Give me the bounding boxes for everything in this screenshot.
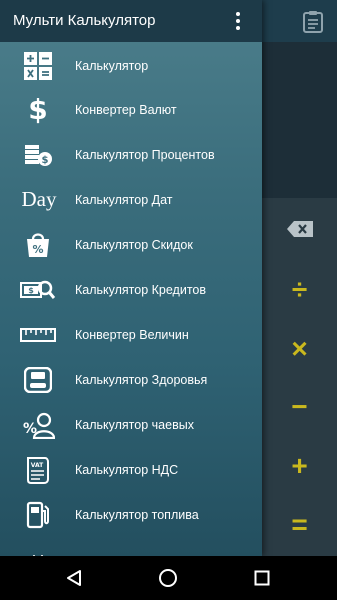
fuel-icon	[18, 495, 58, 535]
app-title: Мульти Калькулятор	[13, 12, 156, 29]
more-dot	[236, 26, 240, 30]
menu-item-label: Калькулятор Кредитов	[75, 282, 207, 297]
menu-item-fuel-calculator[interactable]: Калькулятор топлива	[0, 492, 262, 537]
menu-item-label: Конвертер Величин	[75, 327, 189, 342]
app-toolbar	[262, 0, 337, 42]
menu-item-label: Калькулятор Процентов	[75, 147, 215, 162]
vat-icon: VAT	[18, 450, 58, 490]
drawer-header: Мульти Калькулятор	[0, 0, 262, 42]
backspace-button[interactable]	[262, 200, 337, 258]
menu-item-label: Калькулятор чаевых	[75, 417, 194, 432]
day-icon: Day	[21, 187, 57, 211]
svg-text:VAT: VAT	[31, 462, 44, 469]
tip-icon: %	[18, 405, 58, 445]
menu-item-label: Калькулятор Дат	[75, 192, 173, 207]
discount-bag-icon: %	[18, 225, 58, 265]
menu-item-health-calculator[interactable]: Калькулятор Здоровья	[0, 357, 262, 402]
partial-icon	[18, 540, 58, 556]
menu-item-label: Калькулятор Здоровья	[75, 372, 208, 387]
multiply-button[interactable]: ×	[262, 320, 337, 378]
svg-text:%: %	[32, 243, 43, 256]
svg-text:$: $	[42, 155, 49, 166]
menu-item-discount-calculator[interactable]: % Калькулятор Скидок	[0, 222, 262, 267]
recents-button[interactable]	[250, 566, 274, 590]
clipboard-icon[interactable]	[303, 11, 323, 33]
menu-item-partial[interactable]	[0, 538, 262, 556]
divide-button[interactable]: ÷	[262, 261, 337, 319]
more-options-button[interactable]	[228, 9, 248, 33]
back-triangle-icon	[67, 570, 81, 586]
navigation-drawer: Мульти Калькулятор Калькулятор $ Конверт…	[0, 0, 262, 556]
svg-text:$: $	[28, 286, 34, 295]
menu-item-percent-calculator[interactable]: $ Калькулятор Процентов	[0, 132, 262, 177]
menu-item-label: Калькулятор Скидок	[75, 237, 193, 252]
menu-item-currency-converter[interactable]: $ Конвертер Валют	[0, 87, 262, 132]
menu-item-label: Калькулятор	[75, 58, 149, 73]
ruler-icon	[16, 315, 60, 355]
menu-item-date-calculator[interactable]: Day Калькулятор Дат	[0, 177, 262, 222]
menu-item-label: Калькулятор НДС	[75, 462, 179, 477]
menu-item-label: Конвертер Валют	[75, 102, 177, 117]
equals-button[interactable]: =	[262, 496, 337, 554]
menu-item-unit-converter[interactable]: Конвертер Величин	[0, 312, 262, 357]
dollar-icon: $	[28, 93, 48, 126]
back-button[interactable]	[62, 566, 86, 590]
menu-item-tip-calculator[interactable]: % Калькулятор чаевых	[0, 402, 262, 447]
coins-percent-icon: $	[18, 135, 58, 175]
scale-icon	[18, 360, 58, 400]
minus-button[interactable]: −	[262, 378, 337, 436]
plus-button[interactable]: +	[262, 437, 337, 495]
home-button[interactable]	[156, 566, 180, 590]
more-dot	[236, 12, 240, 16]
more-dot	[236, 19, 240, 23]
calculator-icon	[18, 46, 58, 86]
menu-item-label: Калькулятор топлива	[75, 507, 199, 522]
menu-item-vat-calculator[interactable]: VAT Калькулятор НДС	[0, 447, 262, 492]
loan-icon: $	[18, 270, 58, 310]
menu-item-calculator[interactable]: Калькулятор	[0, 43, 262, 88]
menu-item-loan-calculator[interactable]: $ Калькулятор Кредитов	[0, 267, 262, 312]
home-circle-icon	[159, 569, 177, 587]
backspace-icon	[286, 221, 313, 237]
recents-square-icon	[254, 570, 270, 586]
system-navigation-bar	[0, 556, 337, 600]
